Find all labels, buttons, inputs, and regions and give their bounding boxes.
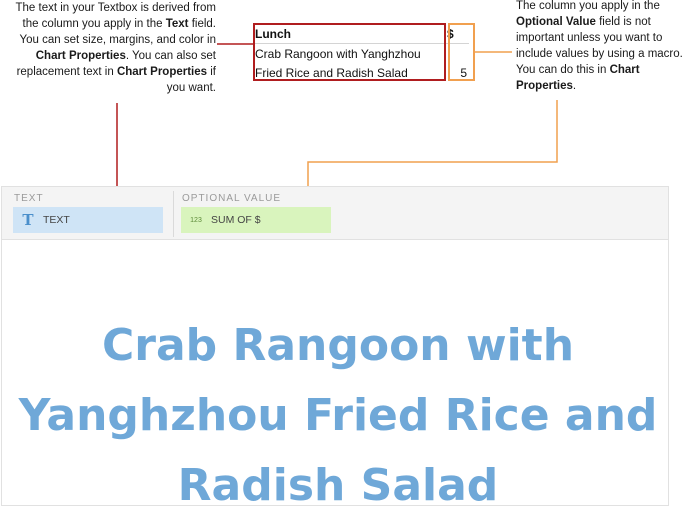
textbox-chart-canvas[interactable]: Crab Rangoon with Yanghzhou Fried Rice a…: [1, 240, 669, 511]
text-type-icon: T: [22, 211, 34, 229]
textbox-text: Crab Rangoon with Yanghzhou Fried Rice a…: [18, 320, 658, 511]
field-well: TEXT OPTIONAL VALUE T TEXT 123 SUM OF $: [1, 186, 669, 240]
optional-value-pill[interactable]: 123 SUM OF $: [181, 207, 331, 233]
text-field-pill-label: TEXT: [43, 214, 70, 226]
numeric-type-icon: 123: [190, 216, 202, 224]
optional-value-field-label: OPTIONAL VALUE: [182, 193, 282, 204]
orange-arrow-line: [307, 100, 558, 198]
well-divider: [173, 191, 174, 237]
optional-value-pill-label: SUM OF $: [211, 214, 261, 226]
text-field-pill[interactable]: T TEXT: [13, 207, 163, 233]
text-field-label: TEXT: [14, 193, 44, 204]
